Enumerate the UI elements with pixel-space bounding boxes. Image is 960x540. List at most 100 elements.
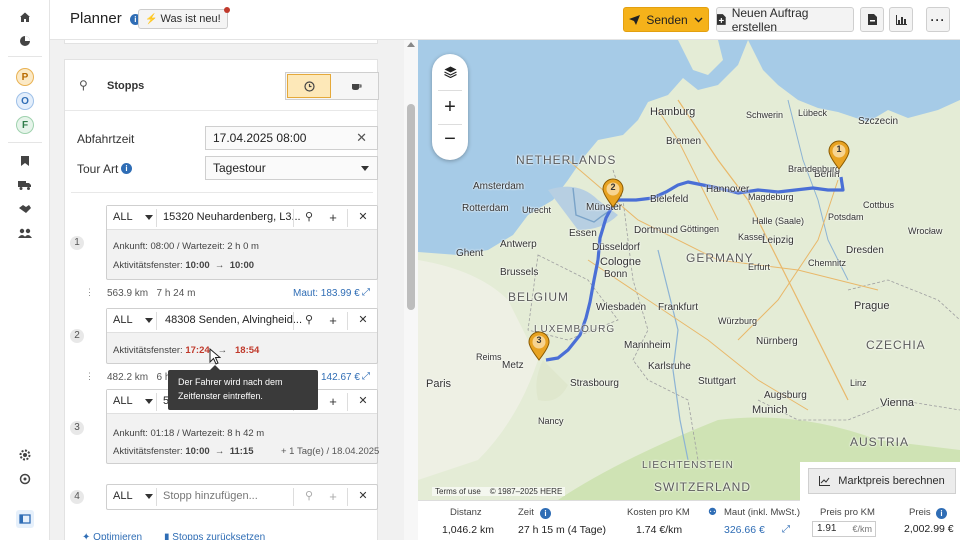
badge-p[interactable]: P xyxy=(16,68,34,86)
scroll-up-icon[interactable] xyxy=(407,42,415,47)
departure-value: 17.04.2025 08:00 xyxy=(213,131,307,145)
clear-icon[interactable]: ✕ xyxy=(356,127,367,149)
stop-number: 3 xyxy=(70,421,84,435)
map-label: Strasbourg xyxy=(570,378,619,389)
coffee-icon xyxy=(351,84,361,90)
map-label: Bremen xyxy=(666,136,702,147)
add-icon[interactable]: + xyxy=(325,313,341,329)
chevron-down-icon xyxy=(694,17,703,22)
layers-button[interactable] xyxy=(432,58,468,86)
close-icon[interactable]: ✕ xyxy=(355,489,371,505)
map-label: SWITZERLAND xyxy=(654,480,752,494)
notification-dot xyxy=(223,7,230,13)
close-icon[interactable]: ✕ xyxy=(355,313,371,329)
departure-field[interactable]: 17.04.2025 08:00 ✕ xyxy=(205,126,378,150)
add-icon[interactable]: + xyxy=(325,210,341,226)
drag-handle-icon[interactable]: ⋮ xyxy=(85,287,94,298)
marker-label: 1 xyxy=(836,144,842,154)
info-icon[interactable]: i xyxy=(121,163,132,174)
map-pin-icon[interactable]: ⚲ xyxy=(301,313,317,329)
map-pin-icon[interactable]: ⚲ xyxy=(301,489,317,505)
leg-toll[interactable]: 142.67 € xyxy=(321,372,360,383)
badge-o[interactable]: O xyxy=(16,92,34,110)
map-label: Potsdam xyxy=(828,212,864,222)
price-per-km-input[interactable]: 1.91 €/km xyxy=(812,521,876,537)
close-icon[interactable]: ✕ xyxy=(355,394,371,410)
stop-filter-select[interactable]: ALL xyxy=(113,211,153,223)
map-marker[interactable]: 3 xyxy=(528,331,550,364)
collapse-icon[interactable] xyxy=(16,510,34,528)
bookmark-icon[interactable] xyxy=(16,152,34,170)
toll-label: Maut (inkl. MwSt.) xyxy=(724,507,801,518)
break-view-toggle[interactable] xyxy=(334,74,378,98)
reset-stops-link[interactable]: ▮ Stopps zurücksetzen xyxy=(164,532,265,540)
close-icon[interactable]: ✕ xyxy=(355,210,371,226)
divider xyxy=(71,192,373,193)
divider xyxy=(156,209,157,227)
info-icon[interactable]: i xyxy=(540,508,551,519)
zoom-out-button[interactable]: − xyxy=(432,126,468,154)
stop-address[interactable]: 15320 Neuhardenberg, L3... xyxy=(163,211,301,223)
map-marker[interactable]: 2 xyxy=(602,178,624,211)
expand-icon[interactable]: ⤢ xyxy=(782,524,790,535)
add-icon[interactable]: + xyxy=(325,489,341,505)
map-label: Karlsruhe xyxy=(648,361,691,372)
map-label: Hamburg xyxy=(650,106,696,118)
scrollbar[interactable] xyxy=(404,40,418,540)
price-label: Preis xyxy=(909,507,931,518)
map-label: Leipzig xyxy=(762,235,794,246)
new-order-button[interactable]: Neuen Auftrag erstellen xyxy=(716,5,854,34)
divider xyxy=(65,110,377,111)
stop-filter-select[interactable]: ALL xyxy=(113,490,153,502)
drag-handle-icon[interactable]: ⋮ xyxy=(85,371,94,382)
more-button[interactable]: ··· xyxy=(926,7,950,32)
zoom-in-button[interactable]: + xyxy=(432,94,468,122)
map[interactable]: Hamburg Bremen Szczecin NETHERLANDS Amsterda… xyxy=(418,40,960,500)
truck-icon[interactable] xyxy=(16,176,34,194)
gear-icon[interactable] xyxy=(16,446,34,464)
support-icon[interactable] xyxy=(16,470,34,488)
stop-address[interactable]: 48308 Senden, Alvingheid... xyxy=(165,314,302,326)
dashboard-icon[interactable] xyxy=(16,32,34,50)
map-marker[interactable]: 1 xyxy=(828,140,850,173)
map-label: Paris xyxy=(426,378,452,390)
send-button[interactable]: Senden xyxy=(623,7,709,32)
optimize-link[interactable]: ✦ Optimieren xyxy=(82,532,142,540)
chart-button[interactable] xyxy=(889,7,913,32)
route-icon: ⚲ xyxy=(79,78,88,92)
info-icon[interactable]: i xyxy=(936,508,947,519)
departure-label: Abfahrtzeit xyxy=(77,132,135,146)
users-icon[interactable] xyxy=(16,224,34,242)
map-label: Cottbus xyxy=(863,200,895,210)
export-button[interactable] xyxy=(860,7,884,32)
tour-type-value: Tagestour xyxy=(213,161,266,175)
market-price-button[interactable]: Marktpreis berechnen xyxy=(808,468,956,494)
stop-filter-select[interactable]: ALL xyxy=(113,395,153,407)
map-label: Hannover xyxy=(706,184,750,195)
toll-value[interactable]: 326.66 € xyxy=(724,524,765,536)
stop-filter-select[interactable]: ALL xyxy=(113,314,153,326)
map-label: Nancy xyxy=(538,416,564,426)
map-copyright: © 1987–2025 HERE xyxy=(489,487,563,496)
terms-link[interactable]: Terms of use xyxy=(435,487,481,496)
send-label: Senden xyxy=(646,12,688,27)
divider xyxy=(438,124,462,125)
distance-value: 1,046.2 km xyxy=(442,524,494,536)
tour-type-select[interactable]: Tagestour xyxy=(205,156,378,180)
scrollbar-thumb[interactable] xyxy=(407,104,415,310)
handshake-icon[interactable] xyxy=(16,200,34,218)
badge-f[interactable]: F xyxy=(16,116,34,134)
expand-icon[interactable]: ⤢ xyxy=(362,287,370,298)
map-pin-icon[interactable]: ⚲ xyxy=(301,210,317,226)
new-order-label: Neuen Auftrag erstellen xyxy=(731,5,809,34)
stop-item: ALL Stopp hinzufügen... ⚲ + ✕ xyxy=(106,484,378,510)
home-icon[interactable] xyxy=(16,8,34,26)
clock-view-toggle[interactable] xyxy=(287,74,331,98)
window-to: 11:15 xyxy=(229,446,254,457)
leg-toll[interactable]: Maut: 183.99 € xyxy=(293,288,360,299)
time-label: Zeit xyxy=(518,507,534,518)
add-icon[interactable]: + xyxy=(325,394,341,410)
expand-icon[interactable]: ⤢ xyxy=(362,371,370,382)
add-stop-input[interactable]: Stopp hinzufügen... xyxy=(163,490,258,502)
whats-new-button[interactable]: ⚡ Was ist neu! xyxy=(138,7,230,29)
